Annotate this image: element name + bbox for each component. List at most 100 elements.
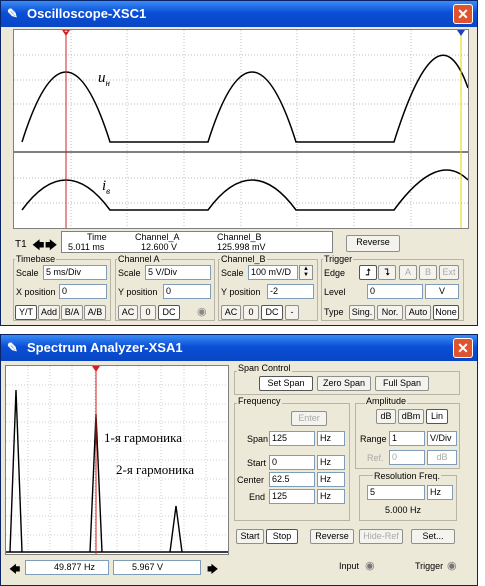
- label-un: uн: [98, 70, 110, 88]
- hide-ref-button[interactable]: Hide-Ref: [359, 529, 403, 544]
- channel-b-scale-field[interactable]: 100 mV/D: [248, 265, 298, 280]
- readout-chb-header: Channel_B: [217, 232, 262, 242]
- trigger-level-field[interactable]: 0: [367, 284, 423, 299]
- spectrum-close-button[interactable]: ✕: [453, 338, 473, 358]
- timebase-xpos-field[interactable]: 0: [59, 284, 107, 299]
- channel-b-minus-button[interactable]: -: [285, 305, 299, 320]
- channel-a-ypos-label: Y position: [118, 287, 158, 297]
- channel-a-radio-icon: ◉: [197, 306, 207, 318]
- trace-channel-b: [21, 169, 468, 211]
- trigger-falling-edge-button[interactable]: ⮧: [378, 265, 396, 280]
- channel-b-ac-button[interactable]: AC: [221, 305, 241, 320]
- span-label: Span: [247, 434, 269, 444]
- stop-button[interactable]: Stop: [266, 529, 298, 544]
- full-span-button[interactable]: Full Span: [375, 376, 429, 391]
- trigger-level-unit[interactable]: V: [425, 284, 459, 299]
- center-field[interactable]: 62.5: [269, 472, 315, 487]
- set-span-button[interactable]: Set Span: [259, 376, 313, 391]
- channel-a-ac-button[interactable]: AC: [118, 305, 138, 320]
- trigger-source-b-button[interactable]: B: [419, 265, 437, 280]
- channel-b-zero-button[interactable]: 0: [243, 305, 259, 320]
- input-radio-icon[interactable]: ◉: [365, 559, 375, 572]
- spectrum-reverse-button[interactable]: Reverse: [310, 529, 354, 544]
- scope-reverse-button[interactable]: Reverse: [346, 235, 400, 252]
- readout-time-header: Time: [87, 232, 107, 242]
- freq-readout: 49.877 Hz: [25, 560, 109, 575]
- start-unit[interactable]: Hz: [317, 455, 345, 470]
- center-unit[interactable]: Hz: [317, 472, 345, 487]
- readout-cha-header: Channel_A: [135, 232, 180, 242]
- trigger-none-button[interactable]: None: [433, 305, 459, 320]
- trigger-source-ext-button[interactable]: Ext: [439, 265, 459, 280]
- channel-a-ypos-field[interactable]: 0: [163, 284, 211, 299]
- channel-b-title: Channel_B: [220, 254, 267, 264]
- range-unit[interactable]: V/Div: [427, 431, 457, 446]
- ref-unit[interactable]: dB: [427, 450, 457, 465]
- channel-b-scale-spinner[interactable]: ▲ ▼: [299, 265, 313, 280]
- oscilloscope-close-button[interactable]: ✕: [453, 4, 473, 24]
- freq-left-arrow[interactable]: 🡄: [9, 561, 20, 580]
- frequency-title: Frequency: [237, 396, 282, 406]
- falling-edge-icon: ⮧: [384, 267, 390, 277]
- spectrum-cursor-marker: [92, 366, 100, 372]
- rising-edge-icon: ⮥: [365, 267, 371, 277]
- label-ig: iв: [102, 178, 110, 196]
- channel-a-scale-label: Scale: [118, 268, 141, 278]
- start-field[interactable]: 0: [269, 455, 315, 470]
- span-field[interactable]: 125: [269, 431, 315, 446]
- channel-b-scale-label: Scale: [221, 268, 244, 278]
- resolution-unit[interactable]: Hz: [427, 485, 453, 500]
- frequency-enter-button[interactable]: Enter: [291, 411, 327, 426]
- trigger-source-a-button[interactable]: A: [399, 265, 417, 280]
- freq-right-arrow[interactable]: 🡆: [207, 561, 218, 580]
- end-field[interactable]: 125: [269, 489, 315, 504]
- trigger-radio-icon[interactable]: ◉: [447, 559, 457, 572]
- amplitude-dbm-button[interactable]: dBm: [398, 409, 424, 424]
- oscilloscope-plot: 1: [14, 30, 468, 228]
- timebase-add-button[interactable]: Add: [38, 305, 60, 320]
- trigger-rising-edge-button[interactable]: ⮥: [359, 265, 377, 280]
- end-unit[interactable]: Hz: [317, 489, 345, 504]
- channel-b-dc-button[interactable]: DC: [261, 305, 283, 320]
- start-label: Start: [247, 458, 267, 468]
- oscilloscope-titlebar[interactable]: ✎ Oscilloscope-XSC1 ✕: [1, 1, 477, 27]
- timebase-yt-button[interactable]: Y/T: [15, 305, 37, 320]
- input-label: Input: [339, 561, 360, 571]
- channel-a-zero-button[interactable]: 0: [140, 305, 156, 320]
- t1-label: T1: [15, 239, 27, 250]
- spectrum-titlebar[interactable]: ✎ Spectrum Analyzer-XSA1 ✕: [1, 335, 477, 361]
- channel-a-scale-field[interactable]: 5 V/Div: [145, 265, 211, 280]
- zero-span-button[interactable]: Zero Span: [317, 376, 371, 391]
- resolution-field[interactable]: 5: [367, 485, 425, 500]
- trigger-title: Trigger: [323, 254, 354, 264]
- ref-field[interactable]: 0: [389, 450, 425, 465]
- trigger-level-label: Level: [324, 287, 346, 297]
- trace-channel-a: [21, 54, 468, 143]
- spectrum-title: Spectrum Analyzer-XSA1: [27, 340, 183, 355]
- timebase-ba-button[interactable]: B/A: [61, 305, 83, 320]
- set-button[interactable]: Set...: [411, 529, 455, 544]
- channel-b-ypos-field[interactable]: -2: [267, 284, 314, 299]
- timebase-title: Timebase: [15, 254, 57, 264]
- timebase-ab-button[interactable]: A/B: [84, 305, 106, 320]
- span-unit[interactable]: Hz: [317, 431, 345, 446]
- amplitude-db-button[interactable]: dB: [376, 409, 396, 424]
- range-field[interactable]: 1: [389, 431, 425, 446]
- oscilloscope-window: ✎ Oscilloscope-XSC1 ✕ 1 uн iв T1 🡄 🡆 Tim…: [0, 0, 478, 326]
- annotation-harmonic-1: 1-я гармоника: [104, 430, 182, 445]
- channel-a-dc-button[interactable]: DC: [158, 305, 180, 320]
- amplitude-lin-button[interactable]: Lin: [426, 409, 448, 424]
- oscilloscope-app-icon: ✎: [7, 6, 18, 21]
- center-label: Center: [237, 475, 265, 485]
- timebase-scale-field[interactable]: 5 ms/Div: [43, 265, 107, 280]
- trigger-normal-button[interactable]: Nor.: [377, 305, 403, 320]
- trigger-auto-button[interactable]: Auto: [405, 305, 431, 320]
- start-button[interactable]: Start: [236, 529, 264, 544]
- spectrum-window: ✎ Spectrum Analyzer-XSA1 ✕ 1-я гармоника…: [0, 334, 478, 586]
- oscilloscope-title: Oscilloscope-XSC1: [27, 6, 147, 21]
- trigger-type-label: Type: [324, 307, 344, 317]
- trigger-single-button[interactable]: Sing.: [349, 305, 375, 320]
- readout-time-value: 5.011 ms: [68, 242, 105, 252]
- ref-label: Ref.: [367, 453, 384, 463]
- resolution-title: Resolution Freq.: [373, 471, 442, 481]
